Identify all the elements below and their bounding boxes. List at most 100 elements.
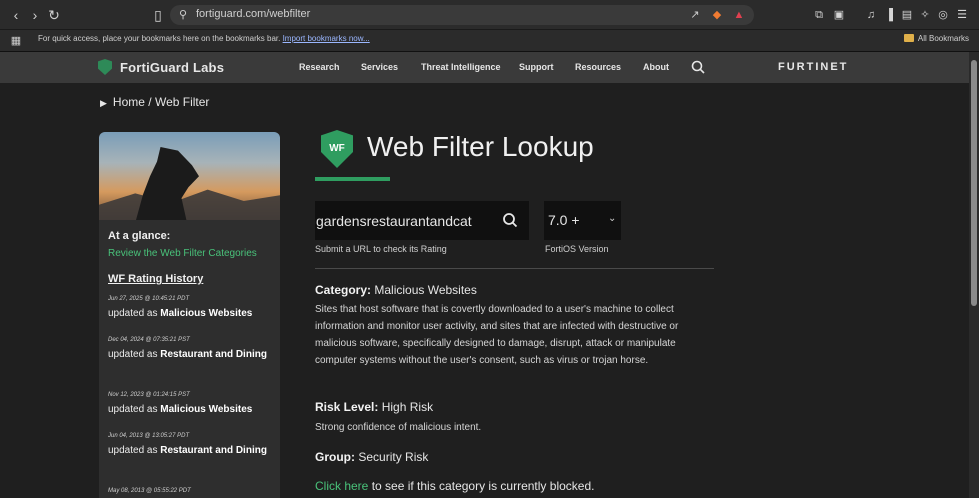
review-categories-link[interactable]: Review the Web Filter Categories — [108, 248, 257, 259]
group-value: Security Risk — [358, 450, 429, 464]
hero-image — [99, 132, 280, 220]
history-date: May 08, 2013 @ 05:55:22 PDT — [108, 488, 191, 494]
click-here-link[interactable]: Click here — [315, 479, 368, 493]
history-date: Jun 27, 2025 @ 10:45:21 PDT — [108, 296, 190, 302]
rating-history-title[interactable]: WF Rating History — [108, 273, 203, 285]
wallet-card-icon[interactable]: ▤ — [900, 8, 914, 22]
sidebar-panel: At a glance: Review the Web Filter Categ… — [99, 132, 280, 498]
history-update: updated as Restaurant and Dining — [108, 443, 273, 458]
wf-shield-badge: WF — [321, 130, 353, 168]
brave-shield-icon[interactable]: ◆ — [710, 8, 724, 22]
search-icon[interactable] — [691, 60, 705, 74]
history-entry: Jun 04, 2013 @ 13:05:27 PDT updated as R… — [108, 433, 273, 458]
all-bookmarks-label: All Bookmarks — [917, 34, 969, 43]
menu-icon[interactable]: ☰ — [955, 8, 969, 22]
mountain-silhouette — [99, 189, 280, 220]
group-heading: Group: Security Risk — [315, 450, 428, 464]
category-heading: Category: Malicious Websites — [315, 283, 477, 297]
back-icon[interactable]: ‹ — [8, 7, 24, 23]
all-bookmarks-button[interactable]: All Bookmarks — [903, 34, 969, 43]
history-update: updated as Malicious Websites — [108, 306, 273, 321]
site-header: FortiGuard Labs Research Services Threat… — [0, 52, 969, 83]
category-label: Category: — [315, 283, 372, 297]
folder-icon — [903, 34, 914, 42]
risk-value: High Risk — [381, 400, 434, 414]
nav-services[interactable]: Services — [361, 62, 398, 72]
apps-grid-icon[interactable]: ▦ — [8, 33, 24, 49]
section-divider — [315, 268, 714, 269]
history-entry: May 08, 2013 @ 05:55:22 PDT — [108, 488, 273, 494]
history-prefix: updated as — [108, 404, 161, 415]
extensions-icon[interactable]: ⧉ — [812, 8, 826, 22]
fortiguard-shield-icon — [98, 59, 112, 75]
history-date: Jun 04, 2013 @ 13:05:27 PDT — [108, 433, 190, 439]
nav-resources[interactable]: Resources — [575, 62, 621, 72]
address-text[interactable]: fortiguard.com/webfilter — [196, 8, 310, 20]
history-category: Malicious Websites — [160, 308, 253, 319]
breadcrumb-home[interactable]: Home — [113, 95, 145, 109]
rewards-icon[interactable]: ▲ — [732, 8, 746, 22]
history-prefix: updated as — [108, 445, 161, 456]
history-prefix: updated as — [108, 308, 161, 319]
address-bar[interactable]: ⚲ fortiguard.com/webfilter ↗ ◆ ▲ — [170, 5, 754, 25]
forward-icon[interactable]: › — [27, 7, 43, 23]
risk-description: Strong confidence of malicious intent. — [315, 422, 482, 433]
site-info-icon[interactable]: ⚲ — [176, 8, 190, 22]
category-value: Malicious Websites — [374, 283, 477, 297]
vpn-icon[interactable]: ◎ — [936, 8, 950, 22]
import-bookmarks-link[interactable]: Import bookmarks now... — [283, 34, 370, 43]
history-date: Nov 12, 2023 @ 01:24:15 PST — [108, 392, 190, 398]
blocked-check: Click here to see if this category is cu… — [315, 479, 594, 493]
scrollbar-thumb[interactable] — [971, 60, 977, 306]
fortinet-logo[interactable]: FURTINET — [778, 61, 848, 73]
reload-icon[interactable]: ↻ — [46, 7, 62, 23]
history-date: Dec 04, 2024 @ 07:35:21 PST — [108, 337, 190, 343]
wallet-icon[interactable]: ▣ — [832, 8, 846, 22]
nav-threat-intelligence[interactable]: Threat Intelligence — [421, 62, 501, 72]
search-submit-icon[interactable] — [502, 212, 518, 228]
url-input-value[interactable]: gardensrestaurantandcat — [316, 213, 498, 229]
history-prefix: updated as — [108, 349, 161, 360]
group-label: Group: — [315, 450, 355, 464]
bookmark-icon[interactable]: ▯ — [150, 7, 166, 23]
history-entry: Nov 12, 2023 @ 01:24:15 PST updated as M… — [108, 392, 273, 417]
sidebar-toggle-icon[interactable]: ▐ — [882, 8, 896, 22]
history-update: updated as Malicious Websites — [108, 402, 273, 417]
chevron-down-icon[interactable]: ⌄ — [608, 213, 616, 224]
history-category: Restaurant and Dining — [160, 445, 267, 456]
search-help-text: Submit a URL to check its Rating — [315, 244, 447, 254]
history-entry: Dec 04, 2024 @ 07:35:21 PST updated as R… — [108, 337, 273, 362]
version-value[interactable]: 7.0 + — [548, 212, 580, 228]
breadcrumb-separator: / — [148, 95, 152, 109]
share-icon[interactable]: ↗ — [688, 8, 702, 22]
history-entry: Jun 27, 2025 @ 10:45:21 PDT updated as M… — [108, 296, 273, 321]
page-title: Web Filter Lookup — [367, 131, 594, 162]
nav-research[interactable]: Research — [299, 62, 340, 72]
bookmarks-hint-text: For quick access, place your bookmarks h… — [38, 34, 281, 43]
brand-name: FortiGuard Labs — [120, 60, 225, 75]
history-update: updated as Restaurant and Dining — [108, 347, 273, 362]
brand-logo[interactable]: FortiGuard Labs — [98, 59, 224, 75]
breadcrumb-current: Web Filter — [154, 95, 210, 109]
version-label: FortiOS Version — [545, 244, 609, 254]
title-underline — [315, 177, 390, 181]
page-scrollbar[interactable] — [969, 52, 979, 498]
breadcrumb: ▶ Home / Web Filter — [100, 95, 209, 109]
bookmarks-bar: ▦ For quick access, place your bookmarks… — [0, 30, 979, 52]
music-icon[interactable]: ♫ — [864, 8, 878, 22]
blocked-text: to see if this category is currently blo… — [368, 479, 595, 493]
history-category: Malicious Websites — [160, 404, 253, 415]
history-category: Restaurant and Dining — [160, 349, 267, 360]
browser-toolbar: ‹ › ↻ ▯ ⚲ fortiguard.com/webfilter ↗ ◆ ▲… — [0, 0, 979, 30]
nav-about[interactable]: About — [643, 62, 669, 72]
category-description: Sites that host software that is covertl… — [315, 304, 679, 366]
ai-icon[interactable]: ✧ — [918, 8, 932, 22]
risk-label: Risk Level: — [315, 400, 379, 414]
fortios-version-select[interactable]: 7.0 + ⌄ — [544, 201, 621, 240]
play-arrow-icon: ▶ — [100, 98, 107, 108]
nav-support[interactable]: Support — [519, 62, 554, 72]
glance-title: At a glance: — [108, 230, 171, 242]
bookmarks-hint: For quick access, place your bookmarks h… — [38, 34, 370, 43]
url-search-input[interactable]: gardensrestaurantandcat — [315, 201, 529, 240]
risk-heading: Risk Level: High Risk — [315, 400, 433, 414]
